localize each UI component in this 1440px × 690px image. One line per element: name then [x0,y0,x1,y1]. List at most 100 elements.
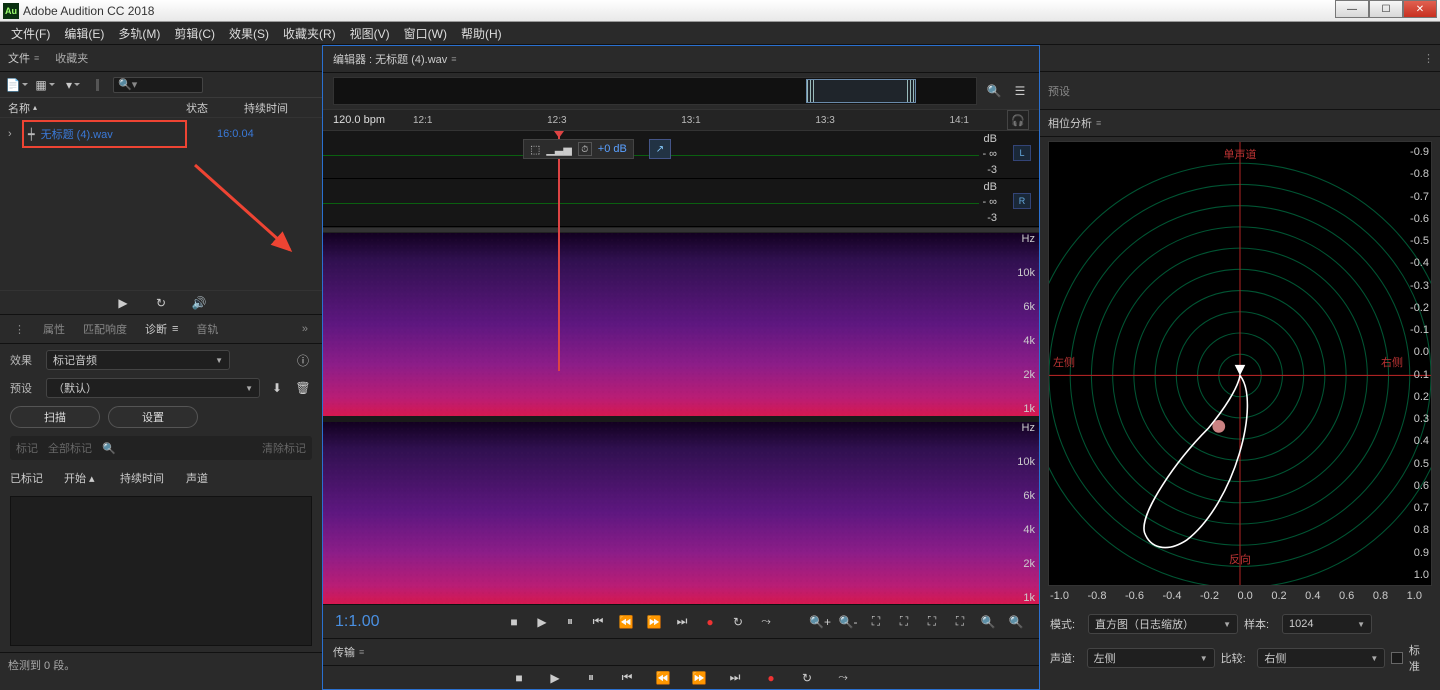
zoom-out-pt-icon[interactable]: ⛶ [949,611,971,633]
pin-button[interactable]: ↗ [649,139,671,159]
marker-filter: 标记 全部标记 🔍 清除标记 [10,436,312,460]
maximize-button[interactable]: ☐ [1369,0,1403,18]
channel-r-badge[interactable]: R [1013,193,1031,209]
goto-end-2[interactable]: ⏭ [724,667,746,689]
play-button-2[interactable]: ▶ [544,667,566,689]
close-button[interactable]: ✕ [1403,0,1437,18]
play-preview-button[interactable]: ▶ [114,294,132,312]
spectral-view[interactable]: Hz10k6k4k2k1k Hz10k6k4k2k1k [323,233,1039,604]
menu-multitrack[interactable]: 多轨(M) [111,22,167,45]
rewind-button[interactable]: ⏪ [615,611,637,633]
navigator[interactable] [333,77,977,105]
menu-view[interactable]: 视图(V) [343,22,397,45]
forward-button[interactable]: ⏩ [643,611,665,633]
goto-end-button[interactable]: ⏭ [671,611,693,633]
menu-favorites[interactable]: 收藏夹(R) [276,22,343,45]
hud-db[interactable]: +0 dB [598,143,627,155]
open-file-button[interactable]: 📄 [8,76,26,94]
delete-preset-icon[interactable]: 🗑 [294,379,312,397]
goto-start-button[interactable]: ⏮ [587,611,609,633]
window-title: Adobe Audition CC 2018 [23,4,1335,18]
menu-clip[interactable]: 剪辑(C) [167,22,222,45]
phase-plot[interactable]: 单声道 左侧 右侧 反向 -0.9-0.8-0.7-0.6-0.5-0.4-0.… [1048,141,1432,586]
menu-edit[interactable]: 编辑(E) [57,22,111,45]
zoom-sel-icon[interactable]: ⛶ [893,611,915,633]
navigator-handle[interactable] [806,79,916,103]
menu-file[interactable]: 文件(F) [4,22,57,45]
tab-phase-analysis[interactable]: 相位分析 ≡ [1048,115,1101,131]
save-preset-icon[interactable]: ⬇ [268,379,286,397]
goto-start-2[interactable]: ⏮ [616,667,638,689]
settings-button[interactable]: 设置 [108,406,198,428]
skip-2[interactable]: ⤳ [832,667,854,689]
info-icon[interactable]: ⓘ [294,351,312,369]
sample-dropdown[interactable]: 1024▼ [1282,614,1372,634]
stop-button[interactable]: ■ [503,611,525,633]
stop-button-2[interactable]: ■ [508,667,530,689]
tab-match-loudness[interactable]: 匹配响度 [83,321,127,337]
file-row[interactable]: › ┿ 无标题 (4).wav 16:0.04 [0,118,322,150]
preset-dropdown[interactable]: （默认）▼ [46,378,260,398]
effect-label: 效果 [10,352,38,368]
tab-track[interactable]: 音轨 [196,321,218,337]
zoom-in-pt-icon[interactable]: ⛶ [921,611,943,633]
timecode[interactable]: 1:1.00 [335,613,435,631]
mode-dropdown[interactable]: 直方图（日志缩放）▼ [1088,614,1238,634]
marker-search-icon[interactable]: 🔍 [102,442,116,455]
rewind-2[interactable]: ⏪ [652,667,674,689]
menu-effects[interactable]: 效果(S) [222,22,276,45]
waveform-view[interactable]: ⬚ ▁▃▅ ⏱ +0 dB ↗ dB- ∞-3 L dB- ∞-3 R [323,131,1039,227]
zoom-custom-icon[interactable]: 🔍 [977,611,999,633]
tab-files[interactable]: 文件≡ [8,50,39,66]
zoom-reset-icon[interactable]: 🔍 [1005,611,1027,633]
mark-all-button[interactable]: 全部标记 [48,440,92,456]
tab-transport[interactable]: 传输 ≡ [333,644,364,660]
tab-favorites[interactable]: 收藏夹 [55,50,88,66]
bpm-display[interactable]: 120.0 bpm [333,114,385,126]
scan-button[interactable]: 扫描 [10,406,100,428]
channel-l-badge[interactable]: L [1013,145,1031,161]
zoom-in-icon[interactable]: 🔍+ [809,611,831,633]
tab-editor[interactable]: 编辑器 : 无标题 (4).wav ≡ [333,51,457,67]
pause-button-2[interactable]: ⏸ [580,667,602,689]
playhead[interactable] [558,131,560,371]
record-button[interactable]: ● [699,611,721,633]
marker-columns: 已标记 开始 ▴ 持续时间 声道 [10,468,312,488]
forward-2[interactable]: ⏩ [688,667,710,689]
pause-button[interactable]: ⏸ [559,611,581,633]
record-2[interactable]: ● [760,667,782,689]
insert-button[interactable]: ▾ [64,76,82,94]
list-nav-icon[interactable]: ☰ [1011,82,1029,100]
clear-marks-button[interactable]: 清除标记 [262,440,306,456]
zoom-full-icon[interactable]: ⛶ [865,611,887,633]
more-tabs-icon[interactable]: » [302,323,308,335]
play-button[interactable]: ▶ [531,611,553,633]
minimize-button[interactable]: — [1335,0,1369,18]
time-ruler[interactable]: 120.0 bpm 12:112:313:113:314:1 🎧 [323,109,1039,131]
marker-list[interactable] [10,496,312,646]
effect-dropdown[interactable]: 标记音频▼ [46,350,230,370]
tab-properties[interactable]: 属性 [43,321,65,337]
mode-label: 模式: [1050,616,1082,632]
expand-icon[interactable]: › [8,128,18,140]
loop-button[interactable]: ↻ [152,294,170,312]
tab-diagnostics[interactable]: 诊断≡ [145,321,178,337]
right-aux-tab[interactable]: ⋮ [1040,45,1440,72]
zoom-nav-icon[interactable]: 🔍 [985,82,1003,100]
menu-help[interactable]: 帮助(H) [454,22,509,45]
mark-only-button[interactable]: 标记 [16,440,38,456]
snap-button[interactable]: 🎧 [1007,110,1029,130]
normalize-checkbox[interactable] [1391,652,1403,664]
loop-2[interactable]: ↻ [796,667,818,689]
compare-dropdown[interactable]: 右侧▼ [1257,648,1385,668]
file-search-input[interactable]: 🔍▾ [113,77,203,93]
channel-dropdown[interactable]: 左侧▼ [1087,648,1215,668]
auto-play-button[interactable]: 🔊 [190,294,208,312]
menu-window[interactable]: 窗口(W) [397,22,454,45]
loop-play-button[interactable]: ↻ [727,611,749,633]
zoom-out-icon[interactable]: 🔍- [837,611,859,633]
skip-silence-button[interactable]: ⤳ [755,611,777,633]
clock-icon[interactable]: ⏱ [578,142,592,156]
new-multitrack-button[interactable]: ▦ [36,76,54,94]
hud-panel[interactable]: ⬚ ▁▃▅ ⏱ +0 dB [523,139,634,159]
